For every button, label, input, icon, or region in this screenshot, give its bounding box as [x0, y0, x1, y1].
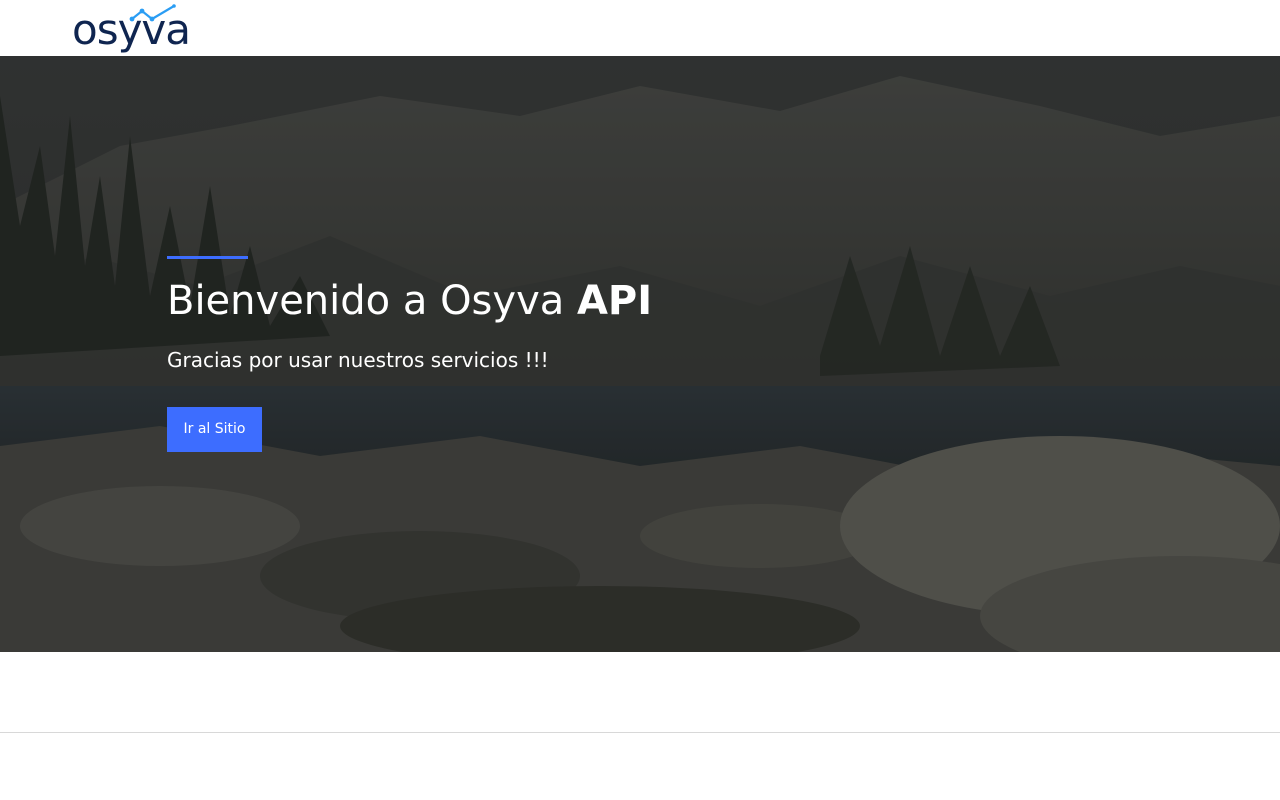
logo-trend-chart-icon — [129, 4, 176, 22]
hero-banner: Bienvenido a Osyva API Gracias por usar … — [0, 56, 1280, 652]
hero-subtitle: Gracias por usar nuestros servicios !!! — [167, 348, 549, 372]
hero-title-regular: Bienvenido a Osyva — [167, 278, 577, 324]
go-to-site-button[interactable]: Ir al Sitio — [167, 407, 262, 452]
top-navbar: osyva — [0, 0, 1280, 56]
hero-title-bold: API — [576, 278, 653, 324]
hero-content: Bienvenido a Osyva API Gracias por usar … — [167, 256, 867, 452]
hero-title: Bienvenido a Osyva API — [167, 277, 867, 325]
footer-divider — [0, 732, 1280, 733]
osyva-logo[interactable]: osyva — [72, 4, 200, 54]
title-accent-line — [167, 256, 248, 259]
